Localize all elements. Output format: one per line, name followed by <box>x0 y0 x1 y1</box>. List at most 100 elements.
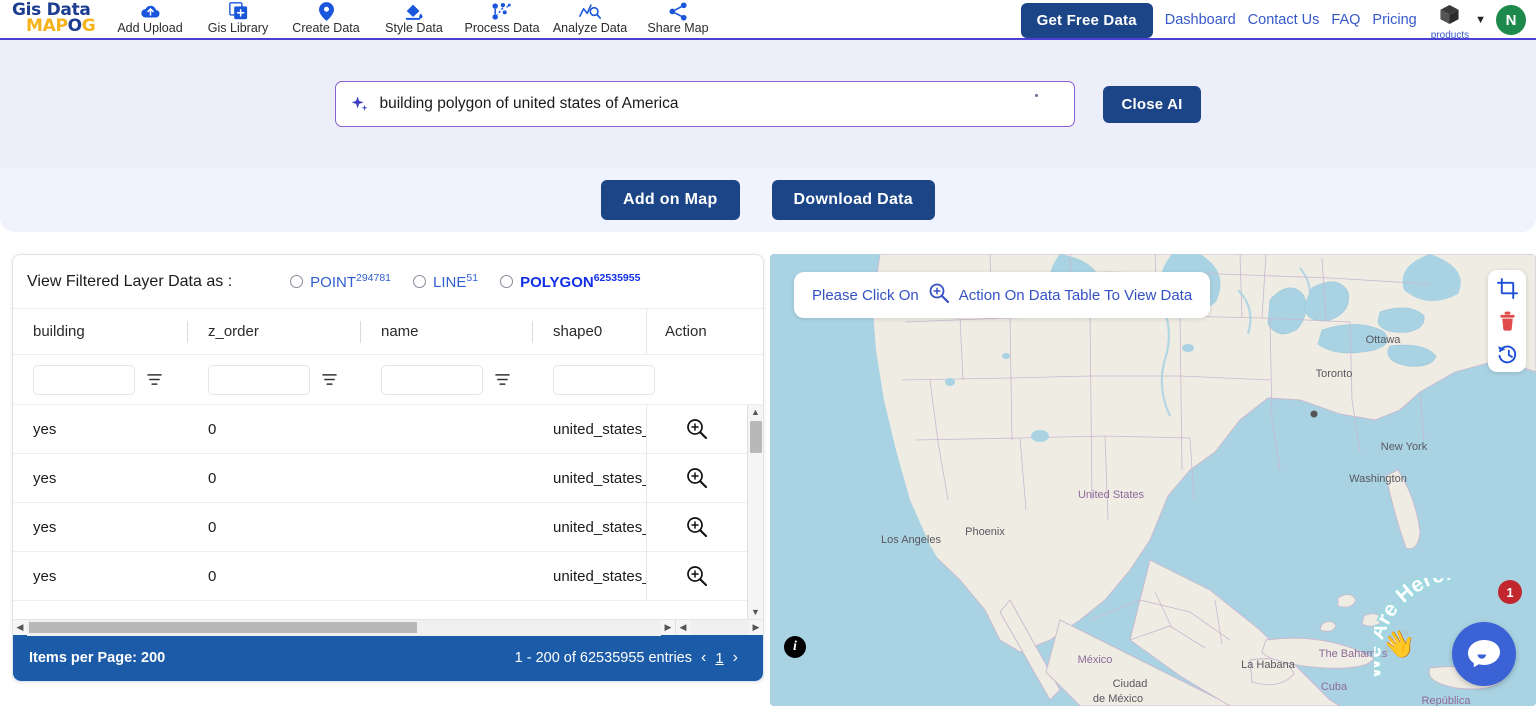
cell-shape0: united_states_ <box>553 518 646 536</box>
scroll-left-arrow-icon[interactable]: ◀ <box>13 622 27 633</box>
radio-circle-icon <box>413 275 427 288</box>
nav-link-faq[interactable]: FAQ <box>1331 12 1360 28</box>
view-as-row: View Filtered Layer Data as : POINT29478… <box>13 255 763 309</box>
h-scroll-thumb[interactable] <box>29 621 417 633</box>
table-body: yes 0 united_states_ yes 0 united_states… <box>13 405 763 619</box>
filter-menu-icon[interactable] <box>495 373 510 386</box>
map-label: Los Angeles <box>881 534 941 546</box>
chat-open-button[interactable] <box>1452 622 1516 686</box>
nav-item-add-upload[interactable]: Add Upload <box>106 0 194 36</box>
scroll-left-arrow-icon[interactable]: ◀ <box>676 622 690 633</box>
filter-menu-icon[interactable] <box>147 373 162 386</box>
scroll-right-arrow-icon[interactable]: ▶ <box>661 622 675 633</box>
row-action-zoom-in-magnifier-icon[interactable] <box>646 502 746 552</box>
nav-right-group: Get Free Data Dashboard Contact Us FAQ P… <box>1020 0 1536 41</box>
map-label: Ciudad <box>1113 678 1148 690</box>
cell-building: yes <box>33 420 57 438</box>
ai-search-input[interactable]: building polygon of united states of Ame… <box>335 81 1076 127</box>
history-undo-icon[interactable] <box>1497 343 1518 364</box>
nav-item-share-map[interactable]: Share Map <box>634 0 722 36</box>
nav-item-process-data[interactable]: Process Data <box>458 0 546 36</box>
nav-link-dashboard[interactable]: Dashboard <box>1165 12 1236 28</box>
ai-search-panel: building polygon of united states of Ame… <box>0 40 1536 168</box>
nav-item-create-data[interactable]: Create Data <box>282 0 370 36</box>
radio-option-polygon[interactable]: POLYGON62535955 <box>500 272 640 291</box>
products-label: products <box>1430 29 1470 41</box>
avatar[interactable]: N <box>1496 5 1526 35</box>
share-icon <box>634 2 722 21</box>
column-header-name[interactable]: name <box>361 309 533 355</box>
waving-hand-icon: 👋 <box>1382 629 1416 659</box>
cell-z-order: 0 <box>208 518 217 536</box>
column-header-building[interactable]: building <box>13 309 188 355</box>
chat-unread-badge: 1 <box>1498 580 1522 604</box>
filter-cell-shape0 <box>533 364 655 395</box>
table-vertical-scrollbar[interactable]: ▲ ▼ <box>747 405 763 619</box>
paint-bucket-icon <box>370 2 458 21</box>
scroll-right-arrow-icon[interactable]: ▶ <box>749 622 763 633</box>
next-page-button[interactable]: › <box>733 649 738 667</box>
row-action-zoom-in-magnifier-icon[interactable] <box>646 453 746 503</box>
nav-item-label: Create Data <box>292 21 360 35</box>
items-per-page-label[interactable]: Items per Page: 200 <box>29 650 165 666</box>
cell-building: yes <box>33 567 57 585</box>
download-data-button[interactable]: Download Data <box>771 180 935 220</box>
cell-building: yes <box>33 518 57 536</box>
brand-g-text: G <box>81 16 96 36</box>
row-action-zoom-in-magnifier-icon[interactable] <box>646 551 746 601</box>
map-info-button[interactable]: i <box>784 636 806 658</box>
add-on-map-button[interactable]: Add on Map <box>600 180 740 220</box>
map-label: La Habana <box>1241 659 1296 671</box>
map-panel[interactable]: Ottawa Toronto New York Washington United St… <box>770 254 1536 706</box>
vertical-scroll-thumb[interactable] <box>749 421 762 453</box>
data-table-panel: View Filtered Layer Data as : POINT29478… <box>12 254 764 682</box>
nav-item-label: Style Data <box>385 21 443 35</box>
nav-link-pricing[interactable]: Pricing <box>1372 12 1416 28</box>
filter-cell-name <box>361 364 533 395</box>
radio-option-point[interactable]: POINT294781 <box>290 272 391 291</box>
scroll-down-arrow-icon[interactable]: ▼ <box>751 605 760 619</box>
filter-input-building[interactable] <box>33 364 135 395</box>
h-scroll-track-secondary[interactable] <box>690 619 749 636</box>
chat-widget: We Are Here! 👋 1 <box>1374 578 1526 696</box>
main-horizontal-scrollbar[interactable]: ◀ ▶ <box>13 619 675 636</box>
column-header-shape0[interactable]: shape0 <box>533 309 646 355</box>
radio-option-line[interactable]: LINE51 <box>413 272 478 291</box>
h-scroll-track[interactable] <box>27 619 661 636</box>
nav-item-analyze-data[interactable]: Analyze Data <box>546 0 634 36</box>
filter-input-name[interactable] <box>381 364 483 395</box>
prev-page-button[interactable]: ‹ <box>701 649 706 667</box>
row-action-zoom-in-magnifier-icon[interactable] <box>646 405 746 454</box>
table-row[interactable]: yes 0 united_states_ <box>13 453 763 503</box>
action-horizontal-scrollbar[interactable]: ◀ ▶ <box>675 619 763 636</box>
nav-item-style-data[interactable]: Style Data <box>370 0 458 36</box>
trash-delete-icon[interactable] <box>1498 311 1517 331</box>
map-label: United States <box>1078 489 1145 501</box>
table-row[interactable]: yes 0 united_states_ <box>13 551 763 601</box>
map-label: Cuba <box>1321 681 1348 693</box>
chevron-down-icon[interactable]: ▼ <box>1475 14 1486 26</box>
filter-menu-icon[interactable] <box>322 373 337 386</box>
table-pagination-bar: Items per Page: 200 1 - 200 of 62535955 … <box>13 635 763 681</box>
map-pin-icon <box>282 2 370 21</box>
brand-logo[interactable]: Gis Data MAPOG <box>0 0 96 35</box>
crop-icon[interactable] <box>1496 278 1518 299</box>
products-menu[interactable]: products <box>1431 4 1469 41</box>
table-row[interactable]: yes 0 united_states_ <box>13 502 763 552</box>
map-label: República <box>1422 695 1472 706</box>
app-root: Gis Data MAPOG Add Upload Gis Library Cr… <box>0 0 1536 706</box>
table-row[interactable]: yes 0 united_states_ <box>13 405 763 454</box>
ai-caret-dot <box>1035 94 1039 97</box>
nav-item-label: Process Data <box>464 21 540 35</box>
filter-input-shape0[interactable] <box>553 364 655 395</box>
nav-link-contact-us[interactable]: Contact Us <box>1248 12 1320 28</box>
nav-item-gis-library[interactable]: Gis Library <box>194 0 282 36</box>
get-free-data-button[interactable]: Get Free Data <box>1020 2 1153 38</box>
close-ai-button[interactable]: Close AI <box>1103 85 1201 123</box>
scroll-up-arrow-icon[interactable]: ▲ <box>751 405 760 419</box>
entries-count-label: 1 - 200 of 62535955 entries <box>514 650 692 666</box>
cell-shape0: united_states_ <box>553 567 646 585</box>
current-page-number[interactable]: 1 <box>715 650 723 667</box>
column-header-z-order[interactable]: z_order <box>188 309 361 355</box>
filter-input-z-order[interactable] <box>208 364 310 395</box>
